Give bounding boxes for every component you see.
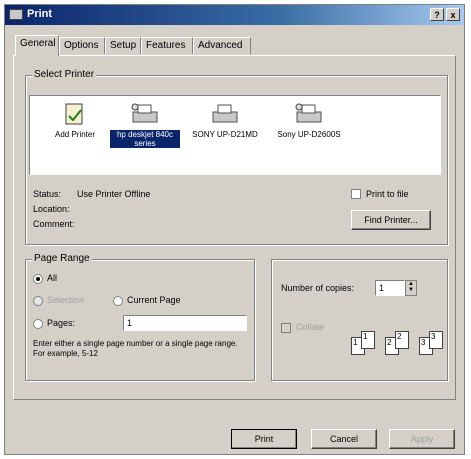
printer-icon xyxy=(295,103,322,123)
printer-label: Sony UP-D2600S xyxy=(277,130,341,139)
help-button[interactable]: ? xyxy=(430,8,444,21)
printer-item-add[interactable]: Add Printer xyxy=(40,102,110,139)
page-icon: 2 xyxy=(395,331,409,349)
comment-label: Comment: xyxy=(33,219,75,229)
print-button[interactable]: Print xyxy=(231,429,297,449)
select-printer-label: Select Printer xyxy=(32,69,97,80)
print-to-file-label: Print to file xyxy=(366,189,409,199)
tab-advanced[interactable]: Advanced xyxy=(193,37,251,54)
find-printer-button[interactable]: Find Printer... xyxy=(351,210,431,230)
tab-features[interactable]: Features xyxy=(141,37,193,54)
pages-input[interactable]: 1 xyxy=(123,315,247,331)
printer-icon xyxy=(9,9,23,20)
printer-icon xyxy=(131,103,158,123)
print-to-file-checkbox[interactable] xyxy=(351,189,361,199)
status-label: Status: xyxy=(33,189,62,199)
cancel-button[interactable]: Cancel xyxy=(311,429,377,449)
current-page-label: Current Page xyxy=(127,295,181,305)
copies-input[interactable]: 1 xyxy=(375,280,405,296)
copies-spinner[interactable]: ▲ ▼ xyxy=(405,280,417,296)
all-radio[interactable] xyxy=(33,274,43,284)
selection-label: Selection xyxy=(47,295,85,305)
printer-item-hp-deskjet[interactable]: hp deskjet 840c series xyxy=(110,102,180,148)
printer-item-sony-up-d21md[interactable]: SONY UP-D21MD xyxy=(190,102,260,139)
window-title: Print xyxy=(27,8,53,20)
pages-radio[interactable] xyxy=(33,319,43,329)
printer-list[interactable]: Add Printer hp deskjet 840c series SONY … xyxy=(29,95,441,175)
close-button[interactable]: x xyxy=(446,8,460,21)
location-label: Location: xyxy=(33,204,70,214)
pages-label: Pages: xyxy=(47,318,76,328)
printer-item-sony-up-d2600s[interactable]: Sony UP-D2600S xyxy=(274,102,344,139)
page-icon: 1 xyxy=(361,331,375,349)
add-printer-icon xyxy=(65,103,83,125)
printer-label: Add Printer xyxy=(54,130,96,139)
current-page-radio[interactable] xyxy=(113,296,123,306)
status-value: Use Printer Offline xyxy=(77,189,151,199)
copies-group xyxy=(271,259,448,381)
collate-checkbox[interactable] xyxy=(281,323,291,333)
page-range-label: Page Range xyxy=(32,253,92,264)
printer-label: hp deskjet 840c series xyxy=(110,130,180,148)
selection-radio[interactable] xyxy=(33,296,43,306)
print-dialog: Print ? x General Options Setup Features… xyxy=(4,4,465,455)
printer-label: SONY UP-D21MD xyxy=(192,130,258,139)
printer-icon xyxy=(212,104,238,123)
page-icon: 3 xyxy=(429,331,443,349)
title-bar[interactable]: Print ? x xyxy=(5,5,464,25)
tab-options[interactable]: Options xyxy=(59,37,105,54)
apply-button[interactable]: Apply xyxy=(389,429,455,449)
page-range-hint: Enter either a single page number or a s… xyxy=(33,339,238,358)
all-label: All xyxy=(47,273,58,283)
number-of-copies-label: Number of copies: xyxy=(281,283,355,293)
tab-general[interactable]: General xyxy=(15,35,59,56)
collate-label: Collate xyxy=(296,322,325,332)
tab-setup[interactable]: Setup xyxy=(105,37,141,54)
